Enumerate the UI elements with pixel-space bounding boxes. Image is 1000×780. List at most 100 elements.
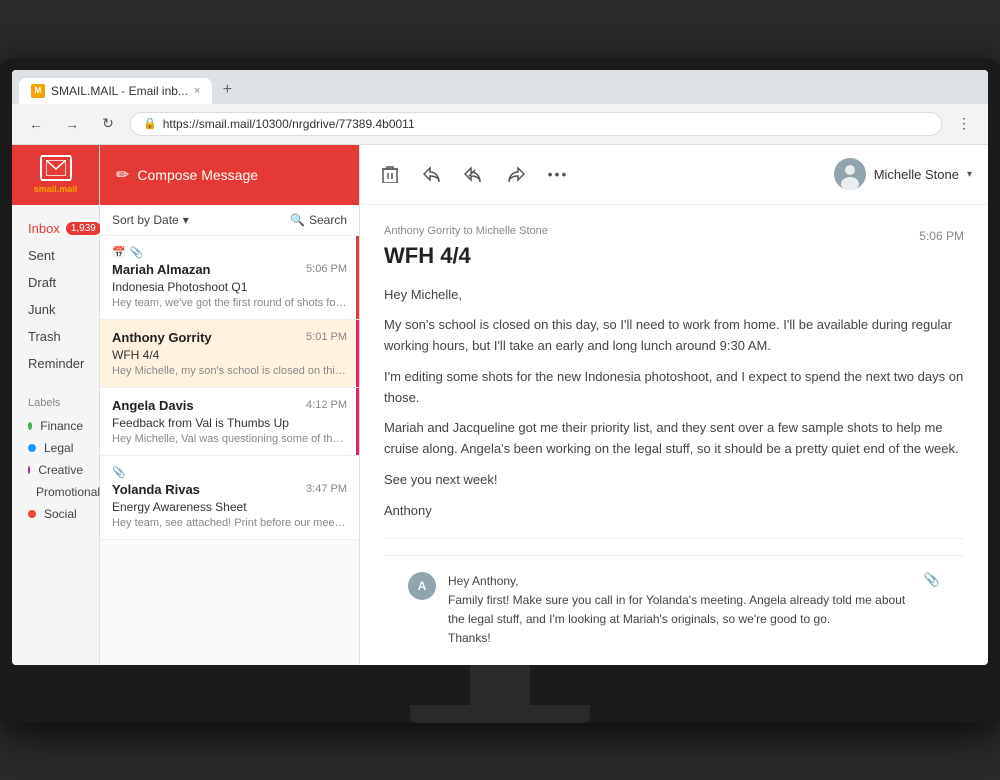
label-creative[interactable]: Creative (28, 459, 83, 481)
logo-text: smail.mail (34, 184, 78, 194)
search-label: Search (309, 213, 347, 227)
url-text: https://smail.mail/10300/nrgdrive/77389.… (163, 117, 415, 131)
secure-icon: 🔒 (143, 117, 157, 130)
compose-bar[interactable]: ✏ Compose Message (100, 145, 359, 205)
sent-label: Sent (28, 248, 55, 263)
email-item-1[interactable]: 📅 📎 Mariah Almazan 5:06 PM Indonesia Pho… (100, 236, 359, 320)
social-dot (28, 510, 36, 518)
email-4-header: Yolanda Rivas 3:47 PM (112, 482, 347, 497)
attachment-icon: 📎 (130, 246, 144, 259)
email-item-2[interactable]: Anthony Gorrity 5:01 PM WFH 4/4 Hey Mich… (100, 320, 359, 388)
app-logo: smail.mail (12, 145, 99, 205)
draft-label: Draft (28, 275, 56, 290)
email-2-sender: Anthony Gorrity (112, 330, 212, 345)
label-legal[interactable]: Legal (28, 437, 83, 459)
stand-neck (470, 665, 530, 705)
legal-label: Legal (44, 441, 73, 455)
monitor-stand (12, 665, 988, 723)
body-sign: Anthony (384, 501, 964, 522)
forward-button[interactable]: → (58, 110, 86, 138)
sidebar-item-inbox[interactable]: Inbox 1,939 (12, 215, 99, 242)
reply-avatar-text: A (418, 579, 427, 593)
legal-dot (28, 444, 36, 452)
reply-button[interactable] (418, 160, 446, 188)
reply-avatar: A (408, 572, 436, 600)
inbox-label: Inbox (28, 221, 60, 236)
browser-tab[interactable]: M SMAIL.MAIL - Email inb... × (18, 77, 213, 104)
email-1-sender: Mariah Almazan (112, 262, 211, 277)
refresh-button[interactable]: ↻ (94, 110, 122, 138)
search-icon: 🔍 (290, 213, 305, 227)
email-1-preview: Hey team, we've got the first round of s… (112, 297, 347, 309)
sidebar-item-draft[interactable]: Draft (12, 269, 99, 296)
labels-title: Labels (28, 397, 83, 409)
sidebar-item-junk[interactable]: Junk (12, 296, 99, 323)
email-3-sender: Angela Davis (112, 398, 194, 413)
sidebar-navigation: Inbox 1,939 Sent Draft Junk Trash (12, 205, 99, 387)
email-3-subject: Feedback from Val is Thumbs Up (112, 416, 347, 430)
creative-dot (28, 466, 30, 474)
body-p3: Mariah and Jacqueline got me their prior… (384, 418, 964, 460)
delete-button[interactable] (376, 160, 404, 188)
logo-icon (40, 155, 72, 181)
creative-label: Creative (38, 463, 83, 477)
calendar-icon: 📅 (112, 246, 126, 259)
promotional-label: Promotional (36, 485, 100, 499)
search-button[interactable]: 🔍 Search (290, 213, 347, 227)
body-p2: I'm editing some shots for the new Indon… (384, 367, 964, 409)
email-detail-toolbar: ••• Michelle Stone ▾ (360, 145, 988, 205)
email-2-priority-bar (356, 320, 359, 387)
reply-all-button[interactable] (460, 160, 488, 188)
email-detail-body: Hey Michelle, My son's school is closed … (384, 285, 964, 522)
more-options-button[interactable]: ••• (544, 160, 572, 188)
email-1-time: 5:06 PM (306, 263, 347, 275)
email-1-header: Mariah Almazan 5:06 PM (112, 262, 347, 277)
finance-dot (28, 422, 32, 430)
email-1-subject: Indonesia Photoshoot Q1 (112, 280, 347, 294)
tab-close-button[interactable]: × (194, 85, 200, 97)
stand-base (410, 705, 590, 723)
email-detail-subject: WFH 4/4 (384, 243, 548, 269)
sort-chevron-icon: ▾ (183, 213, 189, 227)
email-4-icons: 📎 (112, 466, 347, 479)
inbox-badge: 1,939 (66, 222, 101, 235)
user-avatar (834, 158, 866, 190)
reply-content: Hey Anthony, Family first! Make sure you… (448, 572, 908, 649)
email-2-preview: Hey Michelle, my son's school is closed … (112, 365, 347, 377)
browser-menu-button[interactable]: ⋮ (950, 110, 978, 138)
back-button[interactable]: ← (22, 110, 50, 138)
reply-body: Family first! Make sure you call in for … (448, 591, 908, 629)
label-social[interactable]: Social (28, 503, 83, 525)
email-list: 📅 📎 Mariah Almazan 5:06 PM Indonesia Pho… (100, 236, 359, 665)
paperclip-icon: 📎 (924, 572, 940, 649)
email-4-subject: Energy Awareness Sheet (112, 500, 347, 514)
new-tab-button[interactable]: + (213, 76, 241, 104)
forward-button[interactable] (502, 160, 530, 188)
user-profile[interactable]: Michelle Stone ▾ (834, 158, 972, 190)
tab-title: SMAIL.MAIL - Email inb... (51, 84, 188, 98)
label-promotional[interactable]: Promotional (28, 481, 83, 503)
email-3-time: 4:12 PM (306, 399, 347, 411)
email-4-sender: Yolanda Rivas (112, 482, 200, 497)
sidebar-item-trash[interactable]: Trash (12, 323, 99, 350)
sidebar-item-reminder[interactable]: Reminder (12, 350, 99, 377)
labels-section: Labels Finance Legal Creative (12, 387, 99, 535)
email-3-preview: Hey Michelle, Val was questioning some o… (112, 433, 347, 445)
email-detail-section: ••• Michelle Stone ▾ (360, 145, 988, 665)
email-3-priority-bar (356, 388, 359, 455)
email-item-3[interactable]: Angela Davis 4:12 PM Feedback from Val i… (100, 388, 359, 456)
user-name: Michelle Stone (874, 167, 959, 182)
email-2-subject: WFH 4/4 (112, 348, 347, 362)
tab-favicon: M (31, 84, 45, 98)
email-1-priority-bar (356, 236, 359, 319)
email-detail-time: 5:06 PM (919, 229, 964, 243)
label-finance[interactable]: Finance (28, 415, 83, 437)
sidebar-item-sent[interactable]: Sent (12, 242, 99, 269)
email-detail-content: Anthony Gorrity to Michelle Stone WFH 4/… (360, 205, 988, 665)
email-2-time: 5:01 PM (306, 331, 347, 343)
email-item-4[interactable]: 📎 Yolanda Rivas 3:47 PM Energy Awareness… (100, 456, 359, 540)
address-bar[interactable]: 🔒 https://smail.mail/10300/nrgdrive/7738… (130, 112, 942, 136)
compose-icon: ✏ (116, 165, 129, 185)
sort-button[interactable]: Sort by Date ▾ (112, 213, 189, 227)
email-list-toolbar: Sort by Date ▾ 🔍 Search (100, 205, 359, 236)
